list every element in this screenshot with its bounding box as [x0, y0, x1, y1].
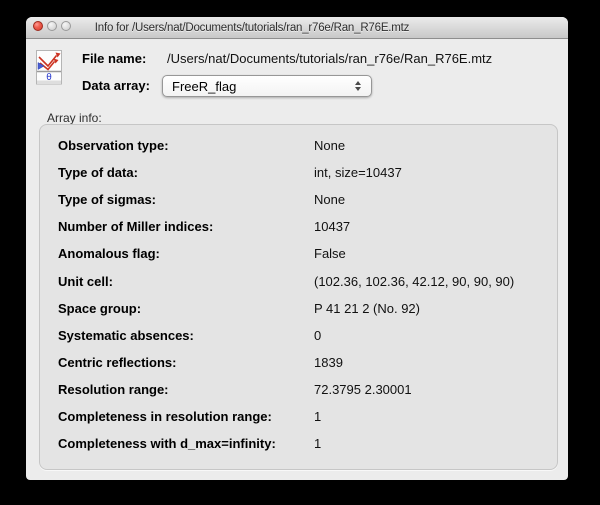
info-row-value: P 41 21 2 (No. 92)	[314, 301, 420, 316]
window-title: Info for /Users/nat/Documents/tutorials/…	[95, 22, 409, 34]
data-array-selected-value: FreeR_flag	[163, 79, 236, 94]
info-row-space-group: Space group: P 41 21 2 (No. 92)	[40, 295, 557, 322]
info-window: Info for /Users/nat/Documents/tutorials/…	[26, 17, 568, 480]
screenshot-stage: Info for /Users/nat/Documents/tutorials/…	[0, 0, 600, 505]
info-row-observation-type: Observation type: None	[40, 132, 557, 159]
info-row-value: 0	[314, 328, 321, 343]
info-row-completeness-resolution: Completeness in resolution range: 1	[40, 403, 557, 430]
info-row-miller-indices: Number of Miller indices: 10437	[40, 213, 557, 240]
info-row-label: Observation type:	[58, 138, 314, 153]
info-row-value: None	[314, 192, 345, 207]
minimize-button[interactable]	[47, 21, 57, 31]
info-row-label: Completeness with d_max=infinity:	[58, 436, 314, 451]
info-row-label: Centric reflections:	[58, 355, 314, 370]
file-name-label: File name:	[82, 51, 146, 66]
close-button[interactable]	[33, 21, 43, 31]
info-row-label: Anomalous flag:	[58, 246, 314, 261]
info-row-centric-reflections: Centric reflections: 1839	[40, 349, 557, 376]
info-row-value: int, size=10437	[314, 165, 402, 180]
info-row-value: (102.36, 102.36, 42.12, 90, 90, 90)	[314, 274, 514, 289]
data-array-select[interactable]: FreeR_flag	[162, 75, 372, 97]
up-down-arrows-icon	[355, 81, 361, 91]
info-row-systematic-absences: Systematic absences: 0	[40, 322, 557, 349]
info-row-label: Completeness in resolution range:	[58, 409, 314, 424]
zoom-button[interactable]	[61, 21, 71, 31]
info-row-anomalous-flag: Anomalous flag: False	[40, 240, 557, 267]
info-row-value: 1839	[314, 355, 343, 370]
info-row-type-of-sigmas: Type of sigmas: None	[40, 186, 557, 213]
info-row-type-of-data: Type of data: int, size=10437	[40, 159, 557, 186]
info-row-label: Space group:	[58, 301, 314, 316]
info-row-value: 1	[314, 409, 321, 424]
info-row-value: None	[314, 138, 345, 153]
array-info-section-label: Array info:	[47, 111, 102, 125]
info-row-value: 72.3795 2.30001	[314, 382, 412, 397]
title-bar[interactable]: Info for /Users/nat/Documents/tutorials/…	[26, 17, 568, 39]
info-row-label: Unit cell:	[58, 274, 314, 289]
info-row-label: Type of sigmas:	[58, 192, 314, 207]
info-row-value: 10437	[314, 219, 350, 234]
info-row-completeness-dmax: Completeness with d_max=infinity: 1	[40, 430, 557, 457]
info-row-label: Systematic absences:	[58, 328, 314, 343]
file-name-value: /Users/nat/Documents/tutorials/ran_r76e/…	[167, 51, 492, 66]
svg-text:θ: θ	[46, 73, 52, 83]
info-row-value: False	[314, 246, 346, 261]
data-array-label: Data array:	[82, 78, 150, 93]
info-row-resolution-range: Resolution range: 72.3795 2.30001	[40, 376, 557, 403]
array-info-groupbox: Observation type: None Type of data: int…	[39, 124, 558, 470]
info-row-value: 1	[314, 436, 321, 451]
info-row-label: Resolution range:	[58, 382, 314, 397]
info-row-label: Number of Miller indices:	[58, 219, 314, 234]
info-row-label: Type of data:	[58, 165, 314, 180]
mtz-file-icon: θ	[36, 50, 62, 91]
info-row-unit-cell: Unit cell: (102.36, 102.36, 42.12, 90, 9…	[40, 267, 557, 294]
